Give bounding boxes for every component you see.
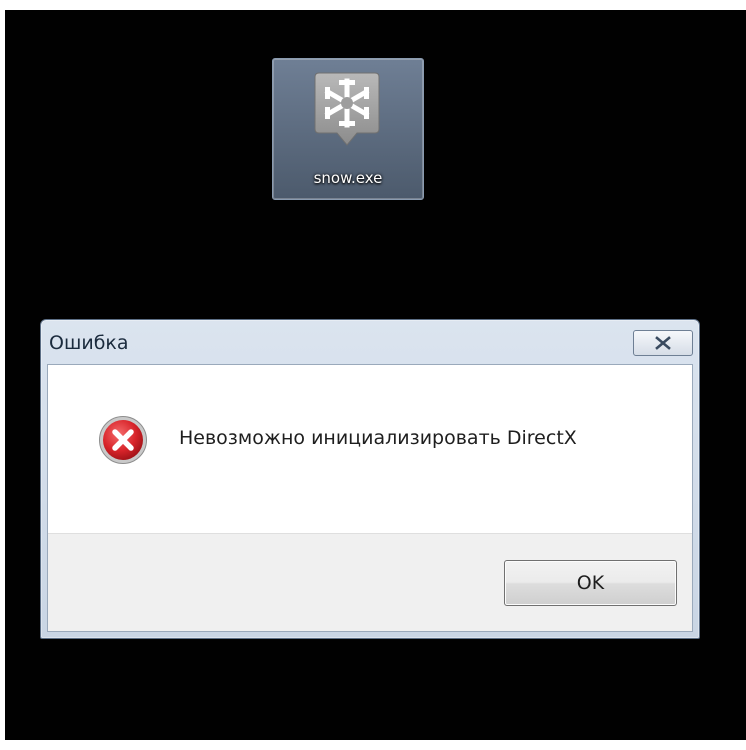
close-button[interactable]	[633, 330, 693, 356]
error-icon	[99, 416, 147, 464]
error-dialog: Ошибка Невозможно инициализировать Direc…	[40, 319, 700, 639]
error-message: Невозможно инициализировать DirectX	[179, 427, 577, 449]
button-area: OK	[48, 533, 692, 631]
desktop: snow.exe Ошибка Невозможно инициализиров…	[5, 10, 746, 740]
ok-button[interactable]: OK	[504, 560, 677, 606]
dialog-body: Невозможно инициализировать DirectX OK	[47, 364, 693, 632]
desktop-icon-snow-exe[interactable]: snow.exe	[272, 58, 424, 200]
desktop-icon-label: snow.exe	[313, 169, 383, 187]
dialog-title: Ошибка	[49, 332, 129, 354]
message-area: Невозможно инициализировать DirectX	[48, 365, 692, 533]
close-icon	[655, 336, 671, 350]
snowflake-app-icon	[314, 72, 380, 146]
